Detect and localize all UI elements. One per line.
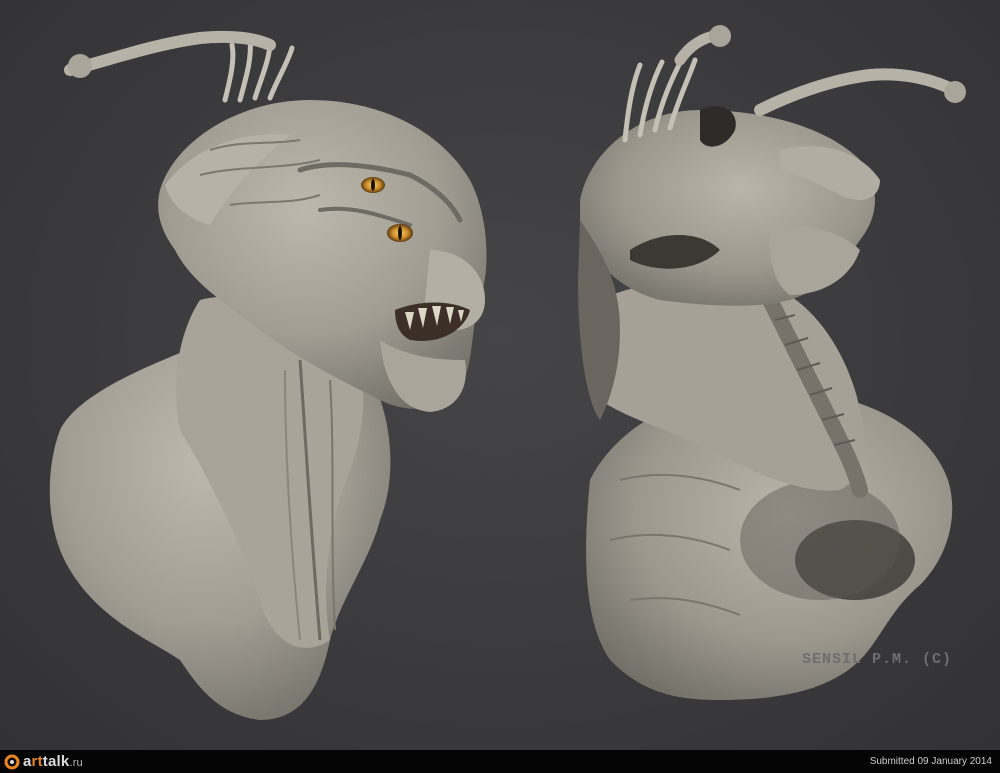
submitted-date: Submitted 09 January 2014 xyxy=(869,756,992,767)
artist-signature: SENSIL P.M. (C) xyxy=(802,651,953,668)
creature-render xyxy=(49,25,966,720)
logo-wordmark: arttalk.ru xyxy=(23,753,83,770)
right-bust xyxy=(578,25,966,700)
render-canvas: SENSIL P.M. (C) xyxy=(0,0,1000,750)
footer-bar: arttalk.ru Submitted 09 January 2014 xyxy=(0,750,1000,773)
logo-ring-icon xyxy=(4,754,20,769)
left-bust xyxy=(49,30,487,720)
site-logo[interactable]: arttalk.ru xyxy=(4,750,83,773)
